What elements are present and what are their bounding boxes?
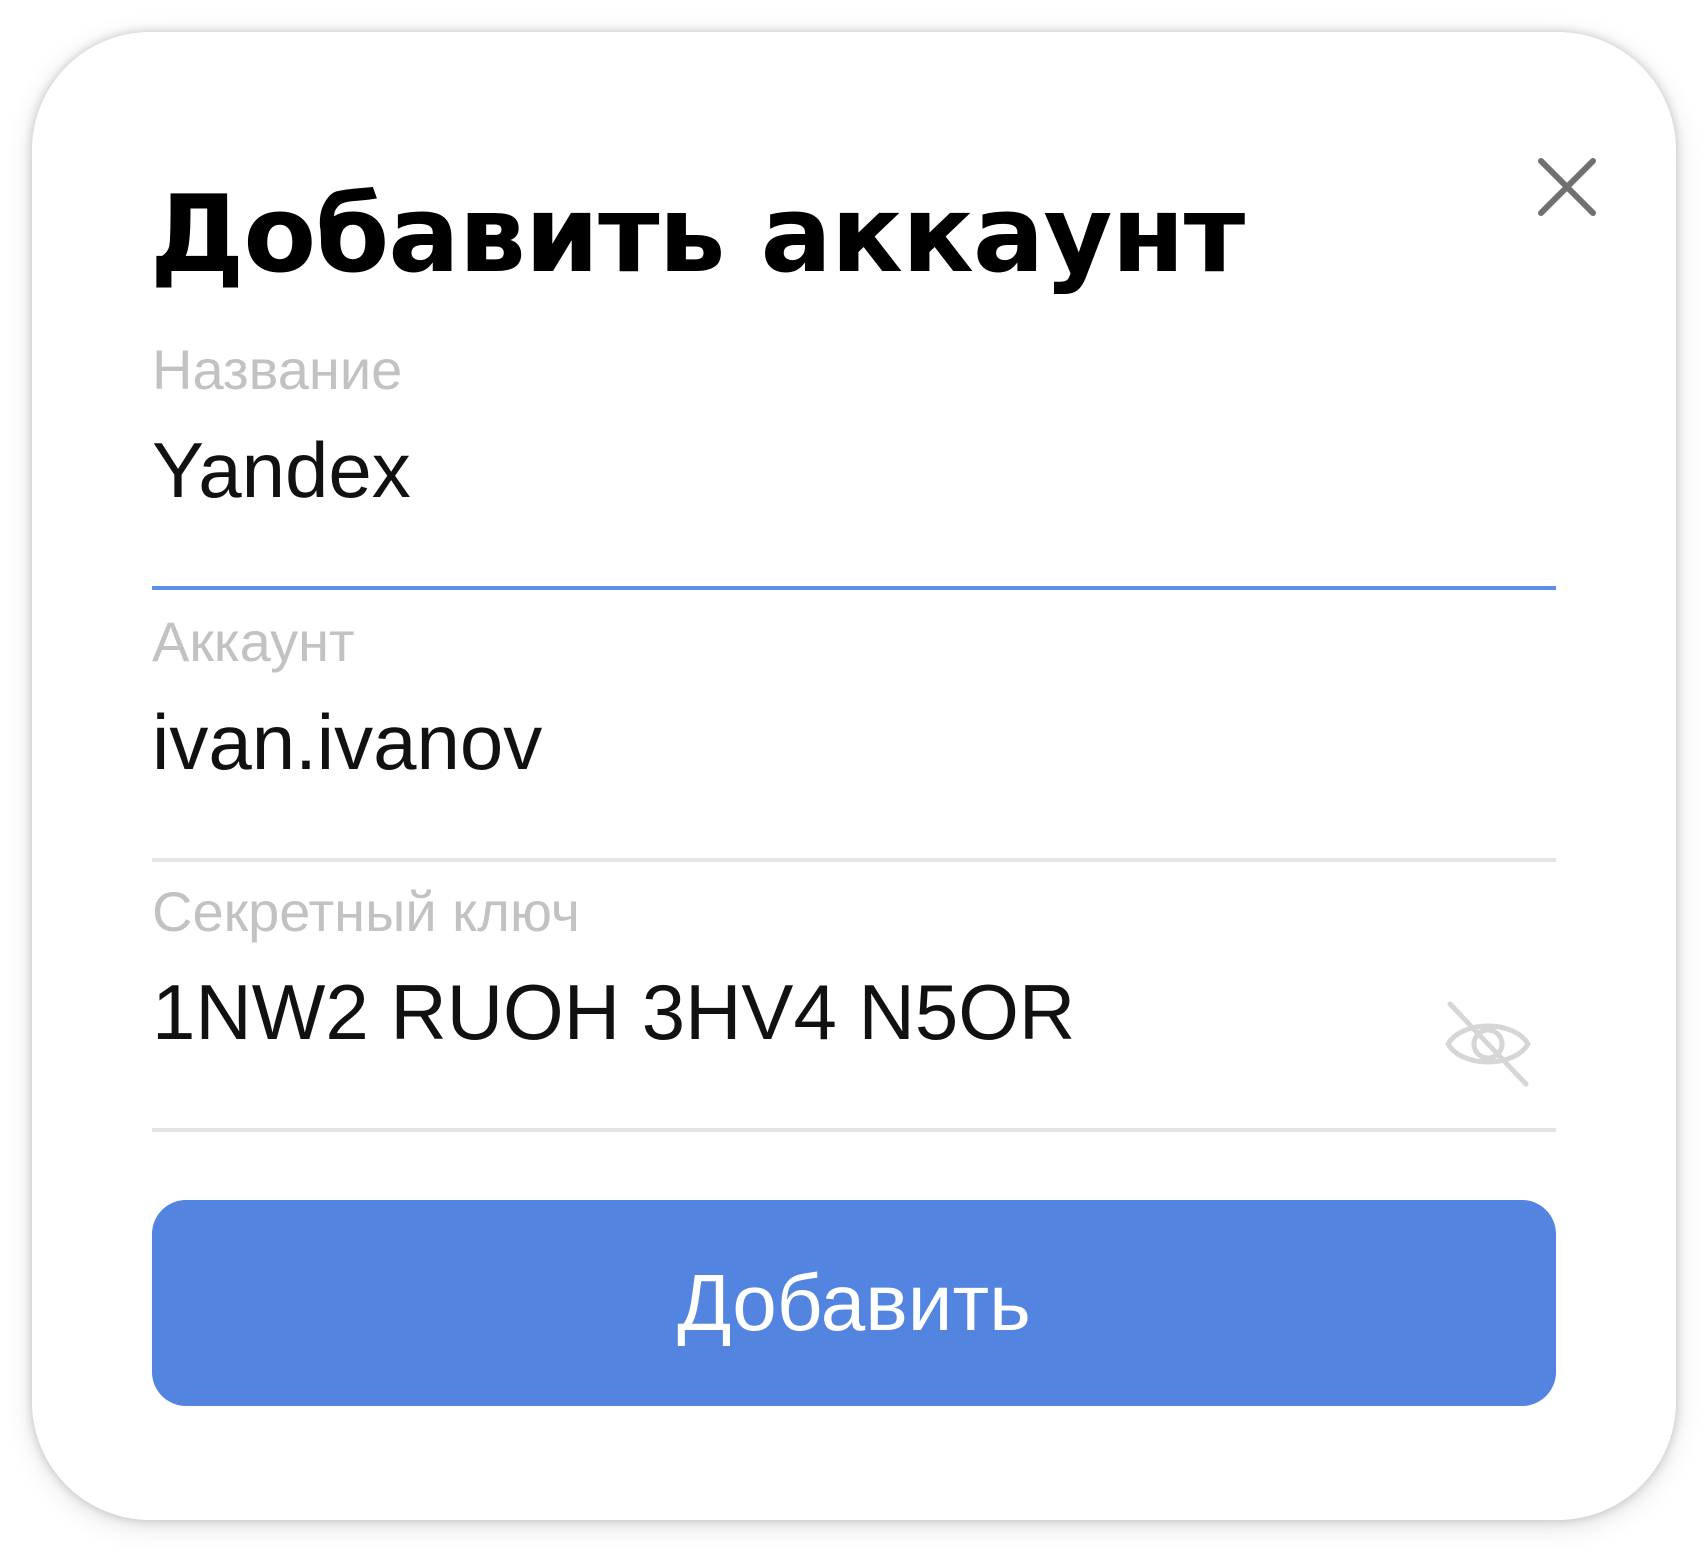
close-button[interactable] (1522, 142, 1612, 232)
name-input[interactable] (152, 428, 1556, 514)
secret-key-field: Секретный ключ (152, 884, 1556, 1144)
account-underline (152, 858, 1556, 862)
eye-off-icon (1445, 1001, 1531, 1087)
secret-key-input[interactable] (152, 970, 1412, 1056)
add-account-dialog: Добавить аккаунт Название Аккаунт Секрет… (32, 32, 1676, 1520)
name-field: Название (152, 342, 1556, 602)
toggle-visibility-button[interactable] (1438, 994, 1538, 1094)
name-underline (152, 586, 1556, 590)
dialog-title: Добавить аккаунт (150, 173, 1245, 296)
account-input[interactable] (152, 700, 1556, 786)
add-button[interactable]: Добавить (152, 1200, 1556, 1406)
name-label: Название (152, 338, 403, 401)
account-label: Аккаунт (152, 610, 355, 673)
close-icon (1538, 158, 1596, 216)
secret-key-underline (152, 1128, 1556, 1132)
secret-key-label: Секретный ключ (152, 880, 580, 943)
account-field: Аккаунт (152, 614, 1556, 874)
